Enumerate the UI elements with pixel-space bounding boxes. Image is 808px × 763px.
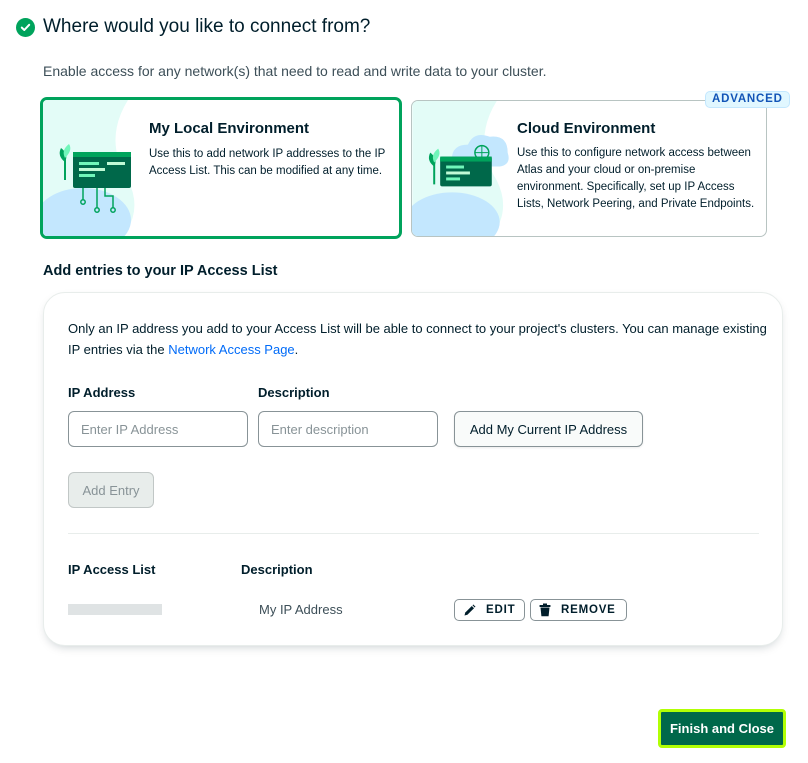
remove-label: REMOVE (561, 604, 616, 616)
ip-access-panel: Only an IP address you add to your Acces… (43, 292, 783, 646)
page-subtitle: Enable access for any network(s) that ne… (43, 63, 547, 79)
description-label: Description (258, 385, 330, 400)
add-entry-button[interactable]: Add Entry (68, 472, 154, 508)
page-title: Where would you like to connect from? (43, 16, 371, 37)
advanced-badge: ADVANCED (705, 91, 790, 108)
description-input[interactable] (258, 411, 438, 447)
trash-icon (539, 603, 551, 617)
network-access-page-link[interactable]: Network Access Page (168, 342, 294, 357)
add-current-ip-button[interactable]: Add My Current IP Address (454, 411, 643, 447)
redacted-ip-address (68, 604, 162, 615)
cloud-environment-illustration (412, 101, 509, 236)
ip-access-list-column-header: IP Access List (68, 562, 156, 577)
pencil-icon (463, 604, 476, 617)
ip-address-label: IP Address (68, 385, 136, 400)
cloud-environment-description: Use this to configure network access bet… (517, 147, 755, 210)
ip-access-section-title: Add entries to your IP Access List (43, 263, 278, 279)
local-environment-card[interactable]: My Local Environment Use this to add net… (40, 97, 402, 239)
ip-access-info-end: . (294, 342, 299, 357)
header: Where would you like to connect from? (16, 16, 370, 38)
remove-entry-button[interactable]: REMOVE (530, 599, 627, 621)
cloud-environment-card[interactable]: Cloud Environment Use this to configure … (411, 100, 767, 237)
description-column-header: Description (241, 562, 313, 577)
ip-access-info: Only an IP address you add to your Acces… (68, 318, 768, 360)
local-environment-title: My Local Environment (149, 120, 310, 137)
finish-and-close-button[interactable]: Finish and Close (658, 709, 786, 748)
divider (68, 533, 759, 534)
edit-label: EDIT (486, 604, 516, 616)
ip-address-input[interactable] (68, 411, 248, 447)
edit-entry-button[interactable]: EDIT (454, 599, 525, 621)
cloud-environment-title: Cloud Environment (517, 120, 656, 137)
local-environment-description: Use this to add network IP addresses to … (149, 148, 386, 177)
check-circle-icon (16, 17, 35, 37)
local-environment-illustration (43, 100, 135, 236)
table-row-description: My IP Address (259, 602, 343, 617)
